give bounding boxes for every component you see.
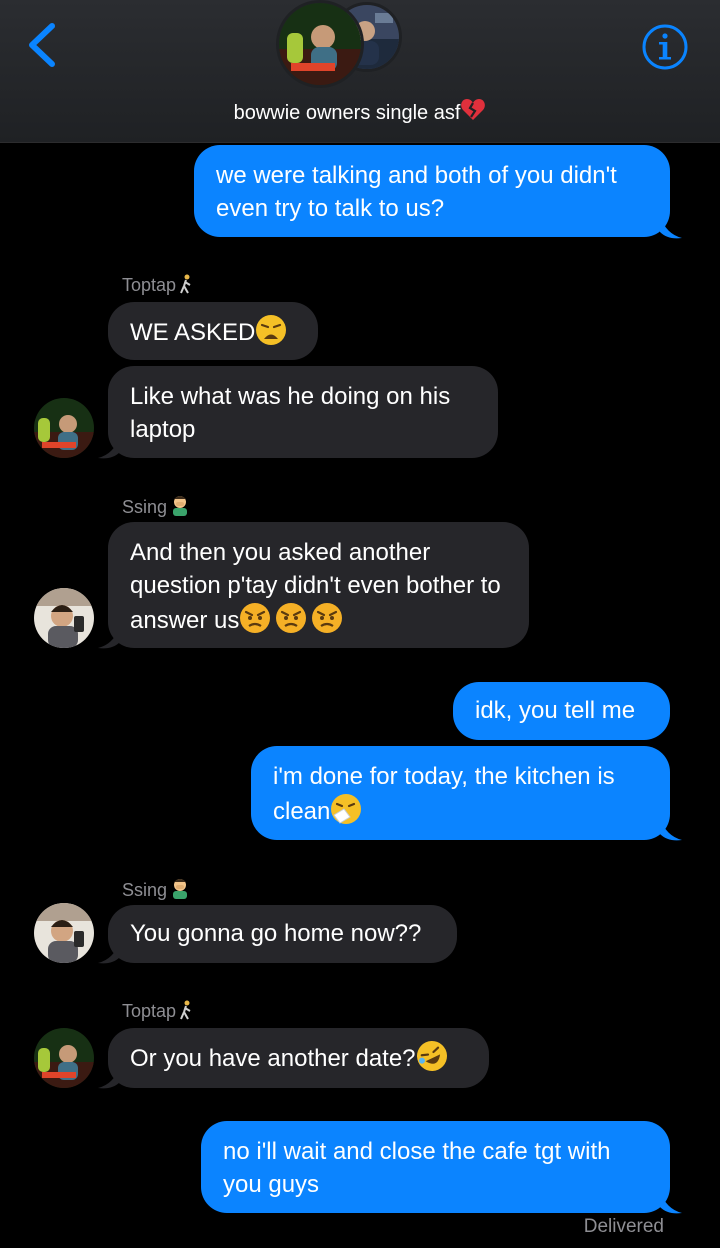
message-bubble-outgoing[interactable]: no i'll wait and close the cafe tgt with…	[201, 1121, 670, 1213]
rolling-on-floor-laughing-emoji-icon	[416, 1041, 447, 1071]
bubble-tail	[660, 1191, 682, 1214]
sender-name: Ssing	[122, 877, 191, 901]
broken-heart-emoji-icon	[461, 99, 486, 120]
sender-name: Ssing	[122, 494, 191, 518]
person-facepalming-emoji-icon	[173, 496, 188, 516]
message-bubble-outgoing[interactable]: i'm done for today, the kitchen is clean	[251, 746, 670, 840]
message-bubble-incoming[interactable]: You gonna go home now??	[108, 905, 457, 963]
avatar-toptap[interactable]	[34, 1028, 94, 1088]
message-bubble-incoming[interactable]: WE ASKED	[108, 302, 318, 360]
angry-face-emoji-icon	[276, 603, 307, 633]
person-facepalming-emoji-icon	[173, 879, 188, 899]
angry-face-emoji-icon	[240, 603, 271, 633]
group-name[interactable]: bowwie owners single asf	[0, 98, 720, 125]
info-icon[interactable]	[640, 22, 690, 72]
message-bubble-outgoing[interactable]: we were talking and both of you didn't e…	[194, 145, 670, 237]
message-bubble-outgoing[interactable]: idk, you tell me	[453, 682, 670, 740]
message-bubble-incoming[interactable]: Or you have another date?	[108, 1028, 489, 1088]
angry-face-emoji-group	[239, 603, 343, 634]
conversation-header: bowwie owners single asf	[0, 0, 720, 143]
angry-face-emoji-icon	[312, 603, 343, 633]
bubble-tail	[98, 436, 120, 459]
bubble-tail	[98, 626, 120, 649]
avatar-ssing[interactable]	[34, 903, 94, 963]
sender-name: Toptap	[122, 1000, 194, 1022]
back-chevron-icon[interactable]	[22, 20, 66, 70]
delivered-status: Delivered	[583, 1216, 664, 1237]
bubble-tail	[98, 1066, 120, 1089]
member-avatar-toptap	[276, 0, 364, 88]
message-bubble-incoming[interactable]: Like what was he doing on his laptop	[108, 366, 498, 458]
bubble-tail	[98, 941, 120, 964]
bubble-tail	[660, 818, 682, 841]
message-bubble-incoming[interactable]: And then you asked another question p'ta…	[108, 522, 529, 648]
person-walking-emoji-icon	[180, 274, 191, 294]
group-avatar-stack[interactable]	[276, 0, 406, 88]
sneezing-face-emoji-icon	[331, 794, 362, 824]
avatar-toptap[interactable]	[34, 398, 94, 458]
bubble-tail	[660, 216, 682, 239]
person-walking-emoji-icon	[180, 1000, 191, 1020]
sender-name: Toptap	[122, 274, 194, 296]
avatar-ssing[interactable]	[34, 588, 94, 648]
weary-face-emoji-icon	[256, 315, 287, 345]
